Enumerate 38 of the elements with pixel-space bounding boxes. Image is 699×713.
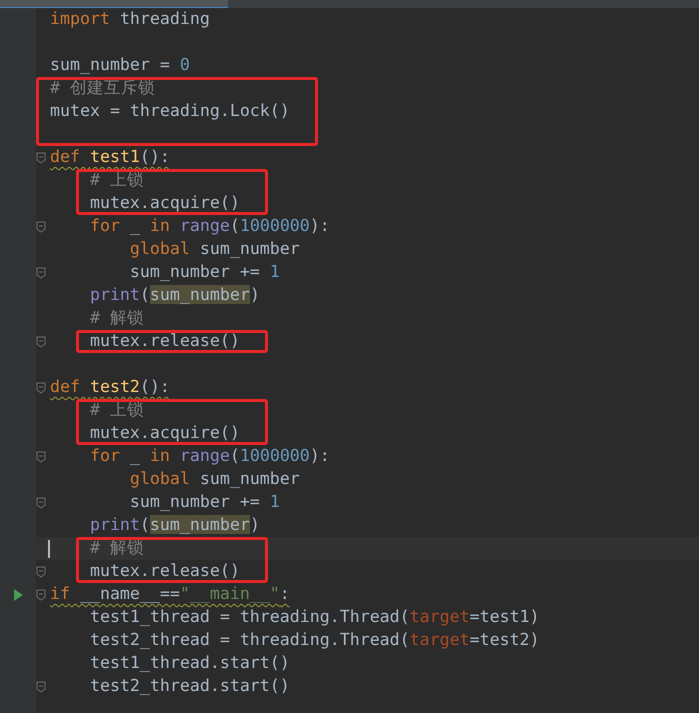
code-line: global sum_number bbox=[128, 468, 300, 490]
code-line: # 上锁 bbox=[88, 169, 144, 192]
code-line: global sum_number bbox=[128, 238, 300, 260]
code-line: sum_number = 0 bbox=[50, 54, 190, 76]
code-line: mutex.release() bbox=[88, 560, 240, 582]
code-line: def test2(): bbox=[50, 376, 170, 398]
code-line: test1_thread = threading.Thread(target=test1) bbox=[88, 606, 540, 628]
code-line: mutex = threading.Lock() bbox=[50, 100, 290, 122]
run-icon[interactable] bbox=[13, 588, 23, 600]
code-line: test2_thread = threading.Thread(target=test2) bbox=[88, 629, 540, 652]
code-line: import threading bbox=[50, 8, 210, 30]
code-line: for _ in range(1000000): bbox=[88, 445, 330, 468]
code-line: # 上锁 bbox=[88, 399, 144, 422]
code-line: # 解锁 bbox=[88, 307, 144, 330]
fold-marker-icon[interactable] bbox=[36, 566, 46, 578]
code-line: test2_thread.start() bbox=[88, 675, 290, 698]
code-line: sum_number += 1 bbox=[128, 491, 280, 514]
code-line: mutex.release() bbox=[88, 330, 240, 352]
fold-marker-icon[interactable] bbox=[36, 382, 46, 394]
code-line: # 解锁 bbox=[88, 537, 144, 560]
fold-marker-icon[interactable] bbox=[36, 220, 46, 232]
code-line: sum_number += 1 bbox=[128, 261, 280, 284]
code-line: for _ in range(1000000): bbox=[88, 215, 330, 238]
code-line: mutex.acquire() bbox=[88, 422, 240, 444]
fold-marker-icon[interactable] bbox=[36, 152, 46, 164]
fold-marker-icon[interactable] bbox=[36, 450, 46, 462]
fold-marker-icon[interactable] bbox=[36, 266, 46, 278]
fold-marker-icon[interactable] bbox=[36, 496, 46, 508]
text-cursor bbox=[48, 540, 50, 558]
code-line: # 创建互斥锁 bbox=[50, 77, 155, 100]
file-tab[interactable] bbox=[0, 0, 228, 8]
fold-marker-icon[interactable] bbox=[36, 336, 46, 348]
code-line: def test1(): bbox=[50, 146, 170, 168]
code-line: mutex.acquire() bbox=[88, 192, 240, 214]
fold-marker-icon[interactable] bbox=[36, 680, 46, 692]
code-line: test1_thread.start() bbox=[88, 652, 290, 674]
code-line: if __name__=="__main__": bbox=[50, 583, 290, 606]
fold-marker-icon[interactable] bbox=[36, 588, 46, 600]
